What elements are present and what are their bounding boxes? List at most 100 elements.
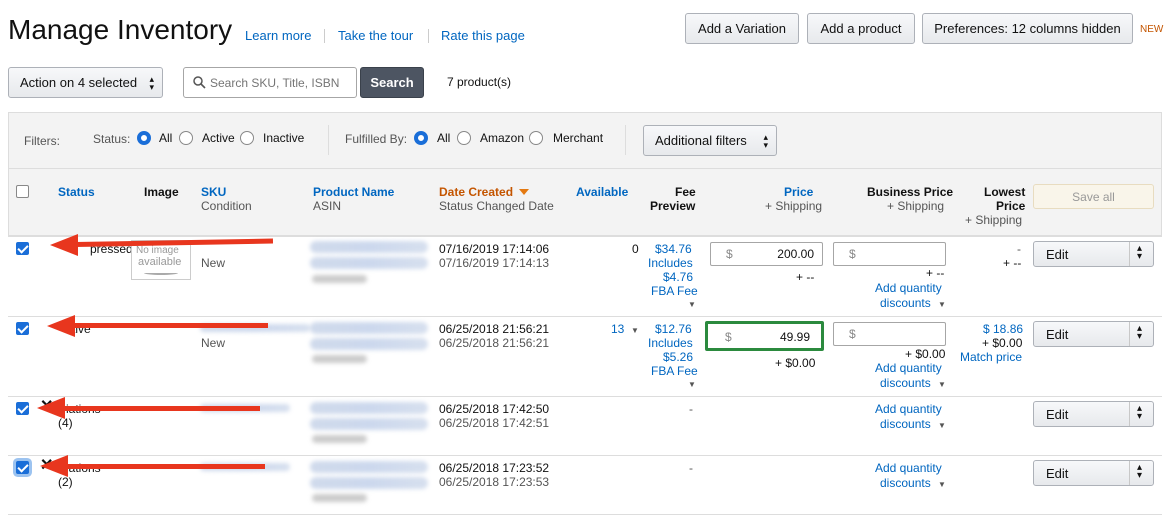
edit-button[interactable]: Edit ▴ ▾ — [1033, 401, 1154, 427]
fulfilled-amazon-radio[interactable] — [457, 131, 471, 145]
edit-label: Edit — [1046, 466, 1069, 481]
rate-page-link[interactable]: Rate this page — [441, 28, 525, 43]
fulfilled-amazon-label: Amazon — [480, 131, 525, 145]
row-available-link[interactable]: 13 — [611, 322, 624, 336]
business-shipping: + -- — [926, 266, 945, 280]
status-all-radio[interactable] — [137, 131, 151, 145]
row-condition: New — [201, 256, 226, 270]
fba-fee-label: FBA Fee — [651, 284, 698, 298]
add-quantity-discounts-link[interactable]: discounts — [880, 417, 931, 431]
annotation-arrow-shaft — [62, 406, 260, 411]
add-quantity-discounts-link[interactable]: discounts — [880, 476, 931, 490]
blurred-product-name — [310, 402, 428, 414]
edit-button[interactable]: Edit ▴ ▾ — [1033, 460, 1154, 486]
fee-preview-link[interactable]: $12.76 — [655, 322, 692, 336]
currency-symbol: $ — [726, 247, 733, 261]
fulfilled-merchant-radio[interactable] — [529, 131, 543, 145]
col-asin: ASIN — [313, 199, 342, 213]
fee-includes: Includes — [648, 256, 693, 270]
price-value: 200.00 — [777, 247, 814, 261]
search-input[interactable] — [210, 75, 355, 90]
chevron-down-icon[interactable]: ▼ — [688, 298, 696, 312]
chevron-down-icon[interactable]: ▼ — [688, 378, 696, 392]
col-sku[interactable]: SKU — [201, 185, 226, 199]
status-active-radio[interactable] — [179, 131, 193, 145]
edit-button[interactable]: Edit ▴ ▾ — [1033, 241, 1154, 267]
sort-desc-icon — [519, 189, 530, 195]
no-image-available-text: available — [138, 256, 182, 268]
chevron-down-icon[interactable]: ▼ — [938, 478, 946, 492]
blurred-asin — [312, 435, 367, 443]
fulfilled-filter-label: Fulfilled By: — [345, 132, 408, 146]
business-price-input[interactable]: $ — [833, 322, 946, 346]
chevron-updown-icon[interactable]: ▴ ▾ — [1137, 404, 1142, 422]
col-lowest: Lowest — [984, 185, 1026, 199]
take-tour-link[interactable]: Take the tour — [338, 28, 413, 43]
add-quantity-discounts-link[interactable]: Add quantity — [875, 402, 942, 416]
col-status[interactable]: Status — [58, 185, 95, 199]
save-all-button[interactable]: Save all — [1033, 184, 1154, 209]
fee-preview: - — [689, 461, 693, 475]
chevron-down-icon[interactable]: ▼ — [938, 298, 946, 312]
divider — [1129, 402, 1130, 426]
blurred-asin — [312, 494, 367, 502]
divider — [324, 29, 325, 43]
chevron-updown-icon[interactable]: ▴ ▾ — [1137, 324, 1142, 342]
chevron-down-icon[interactable]: ▼ — [938, 378, 946, 392]
col-business-price: Business Price — [867, 185, 954, 199]
chevron-down-icon[interactable]: ▼ — [631, 324, 639, 338]
search-icon — [193, 76, 206, 89]
additional-filters-dropdown[interactable]: Additional filters ▴ ▾ — [643, 125, 777, 156]
col-condition: Condition — [201, 199, 252, 213]
fulfilled-all-radio[interactable] — [414, 131, 428, 145]
bulk-action-label: Action on 4 selected — [20, 75, 138, 90]
search-field[interactable] — [183, 67, 357, 98]
amazon-smile-icon — [144, 271, 178, 275]
no-image-placeholder: No image available — [131, 240, 191, 280]
product-count: 7 product(s) — [447, 75, 512, 89]
row-checkbox[interactable] — [16, 242, 29, 255]
add-quantity-discounts-link[interactable]: discounts — [880, 376, 931, 390]
add-quantity-discounts-link[interactable]: Add quantity — [875, 281, 942, 295]
annotation-arrow-icon — [50, 234, 78, 256]
learn-more-link[interactable]: Learn more — [245, 28, 311, 43]
chevron-updown-icon[interactable]: ▴ ▾ — [1137, 463, 1142, 481]
col-date-created[interactable]: Date Created — [439, 185, 530, 199]
price-input-highlighted[interactable]: $ 49.99 — [705, 321, 824, 351]
add-quantity-discounts-link[interactable]: Add quantity — [875, 461, 942, 475]
status-active-label: Active — [202, 131, 235, 145]
add-quantity-discounts-link[interactable]: discounts — [880, 296, 931, 310]
row-checkbox[interactable] — [16, 461, 29, 474]
row-condition: New — [201, 336, 226, 350]
row-checkbox[interactable] — [16, 322, 29, 335]
business-shipping: + $0.00 — [905, 347, 946, 361]
divider — [625, 125, 626, 155]
add-quantity-discounts-link[interactable]: Add quantity — [875, 361, 942, 375]
business-price-input[interactable]: $ — [833, 242, 946, 266]
divider — [1129, 461, 1130, 485]
add-variation-button[interactable]: Add a Variation — [685, 13, 799, 44]
edit-button[interactable]: Edit ▴ ▾ — [1033, 321, 1154, 347]
row-status-changed: 07/16/2019 17:14:13 — [439, 256, 550, 270]
status-inactive-radio[interactable] — [240, 131, 254, 145]
select-all-checkbox[interactable] — [16, 185, 29, 198]
lowest-shipping: + -- — [1003, 256, 1022, 270]
col-available[interactable]: Available — [576, 185, 628, 199]
preferences-button[interactable]: Preferences: 12 columns hidden — [922, 13, 1133, 44]
bulk-action-dropdown[interactable]: Action on 4 selected ▴ ▾ — [8, 67, 163, 98]
fee-preview-link[interactable]: $34.76 — [655, 242, 692, 256]
match-price-link[interactable]: Match price — [960, 350, 1022, 364]
lowest-price-link[interactable]: $ 18.86 — [983, 322, 1023, 336]
row-date-created: 06/25/2018 17:42:50 — [439, 402, 550, 416]
chevron-updown-icon[interactable]: ▴ ▾ — [1137, 244, 1142, 262]
row-checkbox[interactable] — [16, 402, 29, 415]
chevron-down-icon[interactable]: ▼ — [938, 419, 946, 433]
add-product-button[interactable]: Add a product — [807, 13, 915, 44]
price-input[interactable]: $ 200.00 — [710, 242, 823, 266]
col-product-name[interactable]: Product Name — [313, 185, 394, 199]
col-date-created-label: Date Created — [439, 185, 514, 199]
search-button[interactable]: Search — [360, 67, 424, 98]
col-price[interactable]: Price — [784, 185, 813, 199]
fba-fee-label: FBA Fee — [651, 364, 698, 378]
blurred-asin — [312, 355, 367, 363]
